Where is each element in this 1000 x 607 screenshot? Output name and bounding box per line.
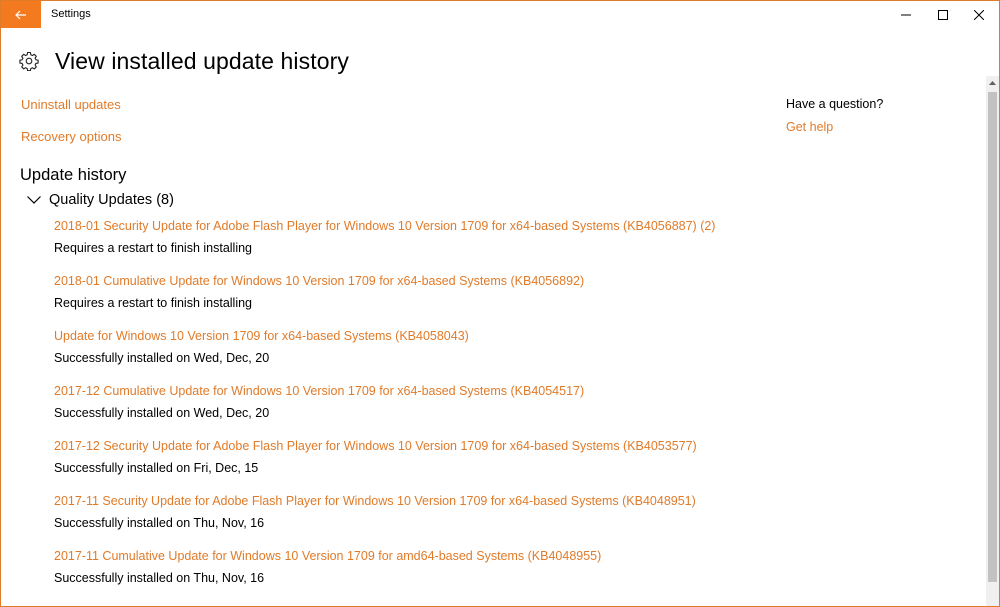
close-button[interactable] — [962, 1, 996, 28]
quality-updates-toggle[interactable]: Quality Updates (8) — [27, 191, 174, 209]
question-heading: Have a question? — [786, 97, 884, 111]
page-header: View installed update history — [19, 45, 349, 77]
list-item: 2017-11 Cumulative Update for Windows 10… — [54, 549, 774, 604]
back-button[interactable] — [1, 1, 41, 28]
chevron-down-icon — [27, 196, 41, 204]
update-list: 2018-01 Security Update for Adobe Flash … — [54, 219, 774, 604]
quality-updates-label: Quality Updates (8) — [49, 192, 174, 208]
update-title-link[interactable]: 2017-11 Security Update for Adobe Flash … — [54, 494, 696, 508]
scrollbar-thumb[interactable] — [988, 92, 997, 582]
update-status: Requires a restart to finish installing — [54, 296, 253, 310]
minimize-icon — [901, 14, 911, 15]
list-item: 2017-12 Security Update for Adobe Flash … — [54, 439, 774, 494]
gear-icon — [19, 51, 39, 71]
update-title-link[interactable]: 2018-01 Security Update for Adobe Flash … — [54, 219, 715, 233]
update-status: Successfully installed on Fri, Dec, 15 — [54, 461, 259, 475]
list-item: 2018-01 Security Update for Adobe Flash … — [54, 219, 774, 274]
settings-window: Settings View installed update history U… — [0, 0, 1000, 607]
window-title: Settings — [51, 8, 91, 20]
update-status: Successfully installed on Thu, Nov, 16 — [54, 571, 265, 585]
update-history-heading: Update history — [20, 166, 127, 184]
vertical-scrollbar[interactable] — [986, 76, 999, 606]
recovery-options-link[interactable]: Recovery options — [21, 129, 121, 144]
maximize-button[interactable] — [926, 1, 960, 28]
title-bar: Settings — [1, 1, 999, 30]
update-status: Successfully installed on Thu, Nov, 16 — [54, 516, 265, 530]
update-title-link[interactable]: 2017-12 Security Update for Adobe Flash … — [54, 439, 697, 453]
minimize-button[interactable] — [889, 1, 923, 28]
list-item: 2018-01 Cumulative Update for Windows 10… — [54, 274, 774, 329]
maximize-icon — [938, 9, 948, 20]
update-title-link[interactable]: Update for Windows 10 Version 1709 for x… — [54, 329, 469, 343]
arrow-left-icon — [15, 10, 26, 19]
update-status: Requires a restart to finish installing — [54, 241, 253, 255]
page-title: View installed update history — [55, 47, 349, 74]
uninstall-updates-link[interactable]: Uninstall updates — [21, 97, 121, 112]
list-item: 2017-12 Cumulative Update for Windows 10… — [54, 384, 774, 439]
list-item: 2017-11 Security Update for Adobe Flash … — [54, 494, 774, 549]
list-item: Update for Windows 10 Version 1709 for x… — [54, 329, 774, 384]
update-status: Successfully installed on Wed, Dec, 20 — [54, 351, 270, 365]
update-title-link[interactable]: 2018-01 Cumulative Update for Windows 10… — [54, 274, 584, 288]
update-title-link[interactable]: 2017-12 Cumulative Update for Windows 10… — [54, 384, 584, 398]
update-status: Successfully installed on Wed, Dec, 20 — [54, 406, 270, 420]
get-help-link[interactable]: Get help — [786, 120, 833, 134]
close-icon — [974, 9, 984, 20]
scroll-up-button[interactable] — [986, 76, 999, 90]
caret-up-icon — [989, 81, 996, 85]
update-title-link[interactable]: 2017-11 Cumulative Update for Windows 10… — [54, 549, 601, 563]
